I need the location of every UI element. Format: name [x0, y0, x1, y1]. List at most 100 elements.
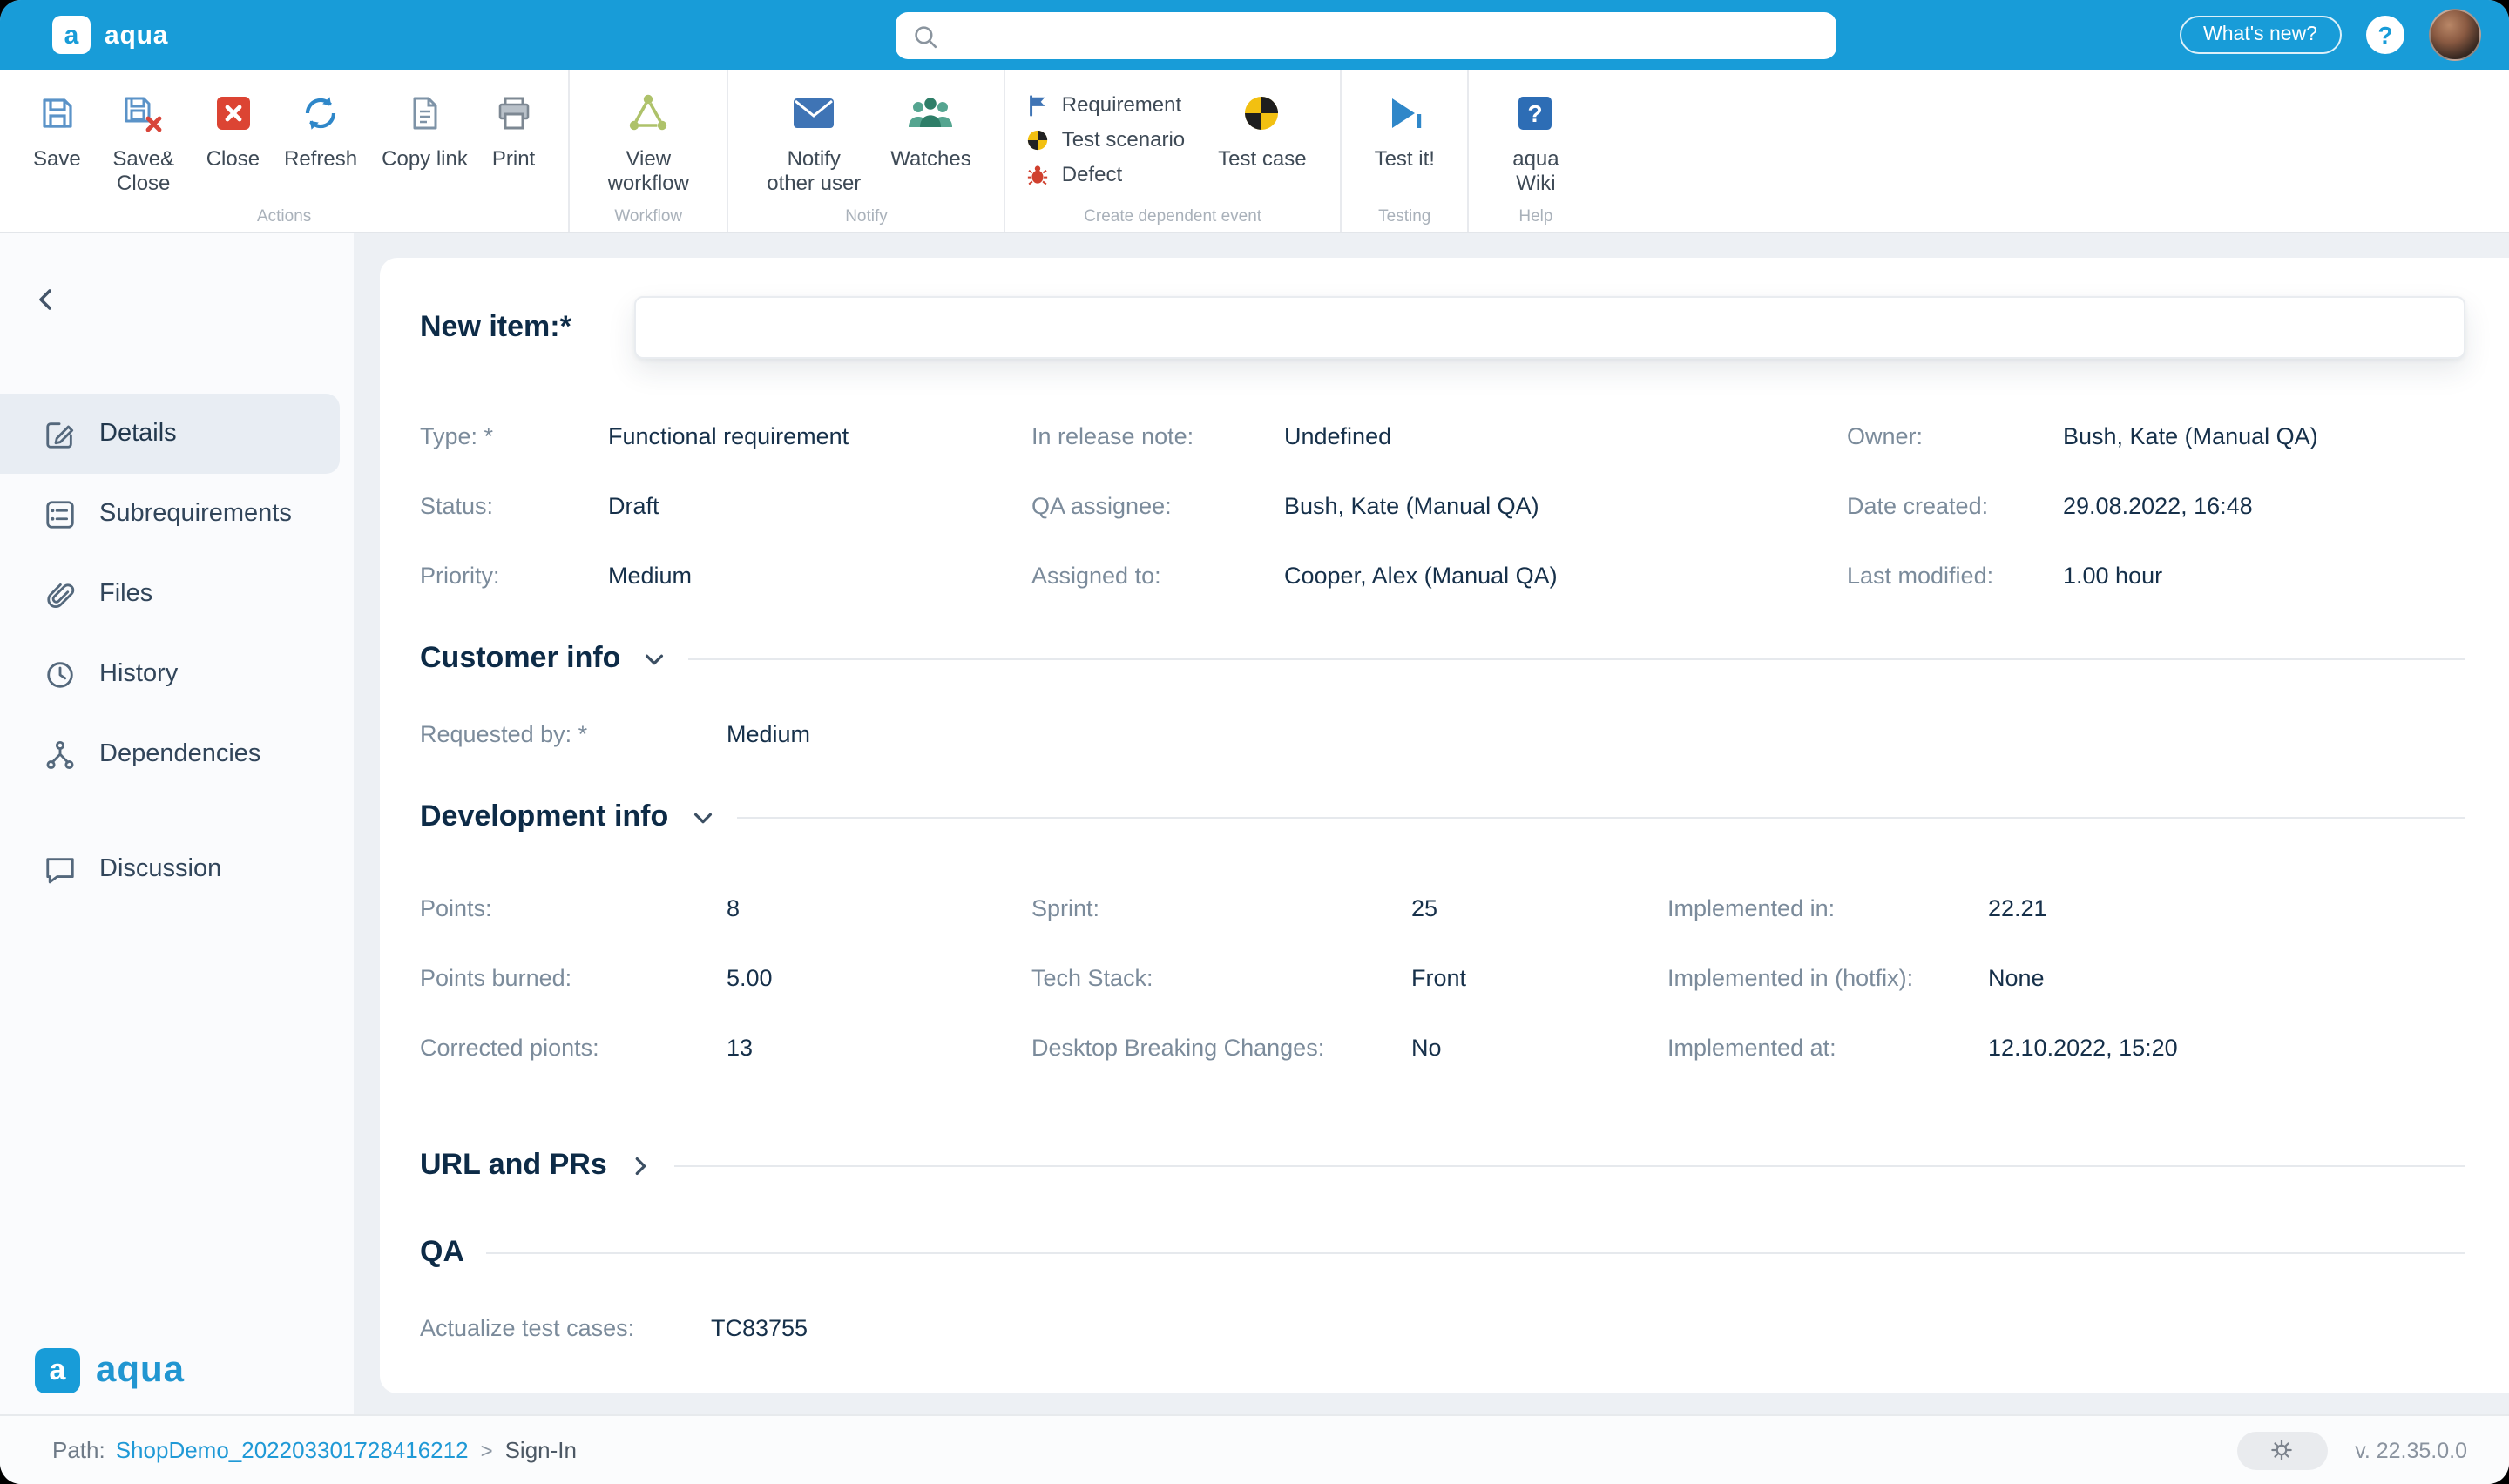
field-points-label: Points:	[420, 894, 727, 921]
field-requested-by-label: Requested by: *	[420, 721, 727, 747]
field-implemented-at-value[interactable]: 12.10.2022, 15:20	[1988, 1034, 2178, 1060]
field-points-burned-value[interactable]: 5.00	[727, 964, 773, 990]
create-test-case-button[interactable]: Test case	[1206, 87, 1318, 176]
whats-new-button[interactable]: What's new?	[2179, 16, 2342, 54]
field-implemented-in-hotfix-label: Implemented in (hotfix):	[1667, 964, 1988, 990]
view-workflow-button[interactable]: View workflow	[591, 87, 706, 199]
copy-link-label: Copy link	[382, 148, 468, 172]
test-scenario-icon	[1027, 129, 1050, 152]
create-defect-button[interactable]: Defect	[1027, 163, 1185, 187]
field-qa-assignee-value[interactable]: Bush, Kate (Manual QA)	[1284, 492, 1539, 518]
sidebar-item-history[interactable]: History	[0, 634, 340, 714]
refresh-button[interactable]: Refresh	[272, 87, 369, 176]
field-implemented-in-hotfix-value[interactable]: None	[1988, 964, 2045, 990]
create-requirement-button[interactable]: Requirement	[1027, 94, 1185, 118]
save-button[interactable]: Save	[21, 87, 93, 176]
close-button[interactable]: Close	[194, 87, 272, 176]
field-requested-by: Requested by: * Medium	[420, 721, 2465, 747]
field-in-release-note: In release note:Undefined	[1031, 422, 1847, 449]
field-type: Type: *Functional requirement	[420, 422, 1031, 449]
field-owner-value[interactable]: Bush, Kate (Manual QA)	[2063, 422, 2318, 449]
sidebar-item-files[interactable]: Files	[0, 554, 340, 634]
field-desktop-breaking-changes-label: Desktop Breaking Changes:	[1031, 1034, 1411, 1060]
field-desktop-breaking-changes: Desktop Breaking Changes:No	[1031, 1034, 1667, 1060]
print-button[interactable]: Print	[480, 87, 547, 176]
url-and-prs-title: URL and PRs	[420, 1148, 607, 1183]
breadcrumb-current: Sign-In	[505, 1437, 577, 1463]
field-status: Status:Draft	[420, 492, 1031, 518]
create-test-scenario-label: Test scenario	[1062, 129, 1185, 153]
item-details-panel: New item:* Type: *Functional requirement…	[380, 258, 2509, 1393]
field-type-value[interactable]: Functional requirement	[608, 422, 849, 449]
field-requested-by-value[interactable]: Medium	[727, 721, 810, 747]
field-in-release-note-value[interactable]: Undefined	[1284, 422, 1391, 449]
print-label: Print	[492, 148, 535, 172]
svg-text:?: ?	[1528, 100, 1543, 127]
search-input[interactable]	[951, 23, 1821, 49]
field-status-label: Status:	[420, 492, 608, 518]
sidebar-collapse-button[interactable]	[24, 279, 66, 320]
settings-button[interactable]	[2236, 1431, 2327, 1469]
history-clock-icon	[42, 658, 77, 691]
aqua-wiki-icon: ?	[1515, 91, 1557, 136]
field-points-burned-label: Points burned:	[420, 964, 727, 990]
sidebar-item-dependencies[interactable]: Dependencies	[0, 714, 340, 794]
watches-button[interactable]: Watches	[878, 87, 984, 176]
sidebar-aqua-logo: a aqua	[35, 1348, 185, 1393]
save-label: Save	[33, 148, 81, 172]
field-corrected-points-value[interactable]: 13	[727, 1034, 753, 1060]
ribbon-group-notify: Notify other user Watches Notify	[728, 70, 1006, 232]
field-points-value[interactable]: 8	[727, 894, 740, 921]
field-implemented-at-label: Implemented at:	[1667, 1034, 1988, 1060]
section-url-and-prs-header[interactable]: URL and PRs	[420, 1148, 2465, 1183]
field-desktop-breaking-changes-value[interactable]: No	[1411, 1034, 1442, 1060]
details-icon	[42, 417, 77, 450]
dependencies-icon	[42, 738, 77, 771]
save-icon	[36, 91, 78, 136]
sidebar-item-discussion[interactable]: Discussion	[0, 829, 340, 909]
gear-icon	[2269, 1437, 2295, 1463]
path-project-link[interactable]: ShopDemo_202203301728416212	[116, 1437, 469, 1463]
field-implemented-in-value[interactable]: 22.21	[1988, 894, 2047, 921]
create-test-scenario-button[interactable]: Test scenario	[1027, 129, 1185, 153]
defect-icon	[1027, 164, 1050, 186]
ribbon-caption-testing: Testing	[1342, 207, 1468, 226]
view-workflow-label: View workflow	[603, 148, 693, 196]
new-item-row: New item:*	[420, 296, 2465, 359]
field-priority-value[interactable]: Medium	[608, 562, 692, 588]
field-owner: Owner:Bush, Kate (Manual QA)	[1847, 422, 2465, 449]
aqua-logo-icon: a	[52, 16, 91, 54]
qa-title: QA	[420, 1235, 464, 1270]
section-development-info-header[interactable]: Development info	[420, 799, 2465, 834]
section-customer-info-header[interactable]: Customer info	[420, 641, 2465, 676]
sidebar-item-details[interactable]: Details	[0, 394, 340, 474]
field-corrected-points-label: Corrected pionts:	[420, 1034, 727, 1060]
subrequirements-icon	[42, 497, 77, 530]
field-implemented-at: Implemented at:12.10.2022, 15:20	[1667, 1034, 2465, 1060]
top-bar-actions: What's new? ?	[2179, 9, 2481, 61]
notify-other-user-button[interactable]: Notify other user	[749, 87, 878, 199]
new-item-title-input[interactable]	[634, 296, 2465, 359]
field-actualize-test-cases-value[interactable]: TC83755	[711, 1315, 808, 1341]
help-icon[interactable]: ?	[2366, 16, 2404, 54]
field-implemented-in: Implemented in:22.21	[1667, 894, 2465, 921]
field-sprint-value[interactable]: 25	[1411, 894, 1437, 921]
field-status-value[interactable]: Draft	[608, 492, 659, 518]
copy-link-button[interactable]: Copy link	[369, 87, 480, 176]
ribbon-group-help: ? aqua Wiki Help	[1470, 70, 1602, 232]
section-qa-header[interactable]: QA	[420, 1235, 2465, 1270]
breadcrumb-separator: >	[481, 1438, 493, 1462]
sidebar-item-subrequirements[interactable]: Subrequirements	[0, 474, 340, 554]
sidebar-item-discussion-label: Discussion	[99, 855, 221, 883]
aqua-wiki-button[interactable]: ? aqua Wiki	[1491, 87, 1581, 199]
refresh-label: Refresh	[284, 148, 357, 172]
ribbon-group-actions: Save Save& Close Close Refresh	[0, 70, 570, 232]
test-it-button[interactable]: Test it!	[1363, 87, 1447, 176]
field-assigned-to-value[interactable]: Cooper, Alex (Manual QA)	[1284, 562, 1558, 588]
field-tech-stack-value[interactable]: Front	[1411, 964, 1466, 990]
field-actualize-test-cases: Actualize test cases: TC83755	[420, 1315, 2465, 1341]
ribbon-caption-notify: Notify	[728, 207, 1004, 226]
field-sprint-label: Sprint:	[1031, 894, 1411, 921]
save-and-close-button[interactable]: Save& Close	[93, 87, 194, 199]
user-avatar[interactable]	[2429, 9, 2481, 61]
